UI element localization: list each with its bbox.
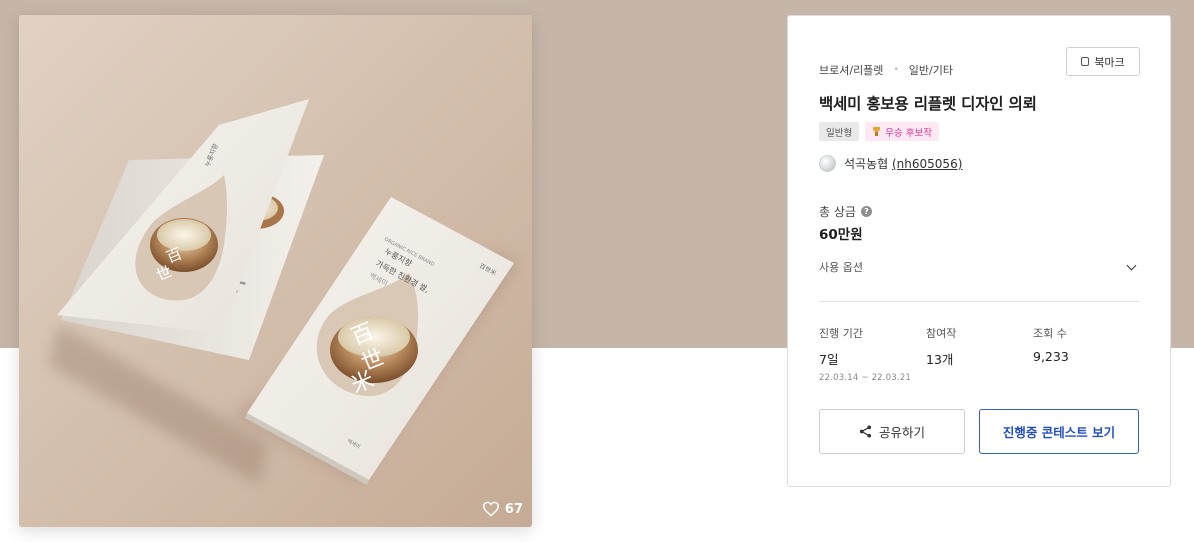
period-label: 진행 기간 — [819, 327, 863, 340]
help-icon[interactable]: ? — [860, 206, 872, 217]
usage-options-label: 사용 옵션 — [819, 261, 863, 274]
tag-list: 일반형 우승 후보작 — [819, 122, 939, 141]
bookmark-label: 북마크 — [1094, 55, 1125, 69]
share-button[interactable]: 공유하기 — [819, 409, 965, 454]
divider — [819, 301, 1140, 302]
bookmark-icon — [1081, 57, 1090, 66]
contest-info-panel: 브로셔/리플렛 • 일반/기타 북마크 백세미 홍보용 리플렛 디자인 의뢰 일… — [787, 15, 1171, 487]
trophy-icon — [872, 127, 881, 136]
heart-icon — [482, 501, 499, 517]
share-label: 공유하기 — [878, 425, 925, 440]
breadcrumb: 브로셔/리플렛 • 일반/기타 — [819, 62, 953, 78]
like-count: 67 — [504, 501, 523, 517]
total-prize-label-row: 총 상금 ? — [819, 203, 872, 220]
view-ongoing-contest-label: 진행중 콘테스트 보기 — [1002, 425, 1116, 440]
entries-label: 참여작 — [926, 327, 957, 340]
total-prize-value: 60만원 — [819, 227, 863, 243]
period-value: 7일 — [819, 352, 839, 367]
period-range: 22.03.14 ~ 22.03.21 — [819, 373, 912, 383]
bookmark-button[interactable]: 북마크 — [1066, 47, 1140, 76]
view-ongoing-contest-button[interactable]: 진행중 콘테스트 보기 — [979, 409, 1139, 454]
type-badge-label: 일반형 — [826, 127, 853, 139]
avatar — [819, 155, 836, 172]
share-icon — [859, 425, 872, 438]
author-name: 석곡농협 — [844, 157, 889, 171]
entry-image-card[interactable]: 百 世 누룽지향 百 世 米 ORGANIC RICE BRAND 누룽지향 가… — [19, 15, 532, 527]
like-counter[interactable]: 67 — [482, 501, 523, 517]
contest-stats: 진행 기간 7일 22.03.14 ~ 22.03.21 참여작 13개 조회 … — [819, 325, 1140, 383]
leaflet-mockup-image: 百 世 누룽지향 百 世 米 ORGANIC RICE BRAND 누룽지향 가… — [19, 15, 532, 527]
award-badge: 우승 후보작 — [865, 122, 939, 141]
contest-title: 백세미 홍보용 리플렛 디자인 의뢰 — [819, 95, 1037, 113]
action-buttons: 공유하기 진행중 콘테스트 보기 — [819, 409, 1139, 454]
breadcrumb-subcategory[interactable]: 일반/기타 — [909, 62, 953, 78]
views-value: 9,233 — [1033, 349, 1069, 364]
stat-entries: 참여작 13개 — [926, 325, 1033, 383]
chevron-down-icon — [1126, 260, 1137, 270]
breadcrumb-category[interactable]: 브로셔/리플렛 — [819, 62, 883, 78]
entries-value: 13개 — [926, 352, 954, 367]
stat-views: 조회 수 9,233 — [1033, 325, 1140, 383]
total-prize-label: 총 상금 — [819, 205, 856, 219]
stat-period: 진행 기간 7일 22.03.14 ~ 22.03.21 — [819, 325, 926, 383]
views-label: 조회 수 — [1033, 327, 1067, 340]
type-badge: 일반형 — [819, 122, 860, 141]
usage-options-toggle[interactable]: 사용 옵션 — [819, 258, 1140, 276]
author-id-link[interactable]: (nh605056) — [892, 157, 962, 171]
award-badge-label: 우승 후보작 — [885, 127, 932, 139]
author-row[interactable]: 석곡농협 (nh605056) — [819, 155, 962, 172]
breadcrumb-separator: • — [893, 65, 899, 75]
